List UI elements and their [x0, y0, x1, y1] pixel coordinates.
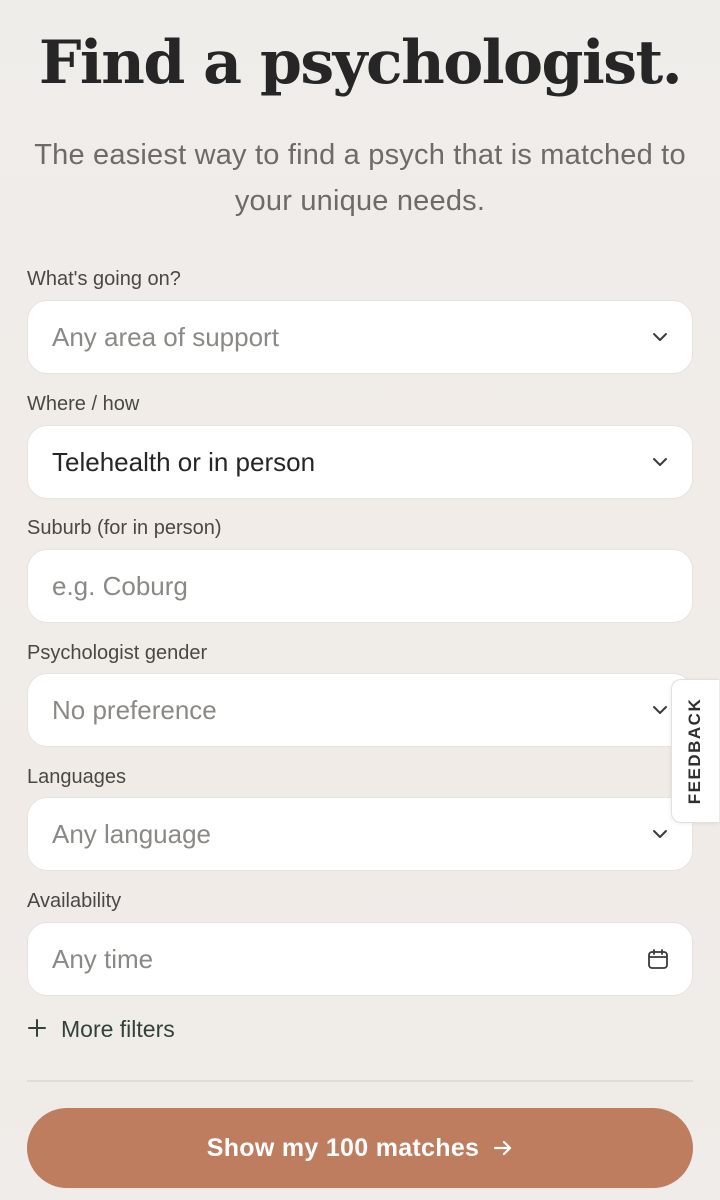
chevron-down-icon [650, 824, 670, 844]
plus-icon [27, 1014, 47, 1044]
chevron-down-icon [650, 452, 670, 472]
suburb-field[interactable] [27, 549, 693, 623]
mode-select[interactable]: Telehealth or in person [27, 425, 693, 499]
divider [27, 1080, 693, 1082]
find-psychologist-page: Find a psychologist. The easiest way to … [0, 0, 720, 1200]
mode-label: Where / how [27, 393, 140, 415]
support-select-value: Any area of support [52, 321, 279, 352]
show-matches-label: Show my 100 matches [206, 1133, 480, 1162]
languages-select-value: Any language [52, 818, 212, 849]
feedback-tab[interactable]: FEEDBACK [671, 679, 719, 823]
arrow-right-icon [493, 1139, 513, 1157]
chevron-down-icon [650, 327, 670, 347]
mode-select-value: Telehealth or in person [52, 446, 316, 477]
chevron-down-icon [650, 700, 670, 720]
page-subtitle: The easiest way to find a psych that is … [34, 139, 686, 217]
calendar-icon [646, 947, 670, 971]
availability-picker[interactable]: Any time [27, 922, 693, 996]
languages-label: Languages [27, 766, 126, 788]
availability-picker-value: Any time [52, 943, 154, 974]
show-matches-button[interactable]: Show my 100 matches [27, 1108, 693, 1188]
suburb-label: Suburb (for in person) [27, 517, 222, 539]
gender-select-value: No preference [52, 694, 217, 725]
support-select[interactable]: Any area of support [27, 300, 693, 374]
more-filters-label: More filters [61, 1015, 175, 1042]
suburb-input[interactable] [52, 570, 670, 602]
gender-select[interactable]: No preference [27, 673, 693, 747]
more-filters-button[interactable]: More filters [27, 1014, 175, 1044]
gender-label: Psychologist gender [27, 642, 208, 664]
page-title: Find a psychologist. [38, 28, 683, 98]
feedback-tab-label: FEEDBACK [685, 697, 705, 805]
languages-select[interactable]: Any language [27, 797, 693, 871]
availability-label: Availability [27, 890, 122, 912]
support-label: What's going on? [27, 268, 181, 290]
